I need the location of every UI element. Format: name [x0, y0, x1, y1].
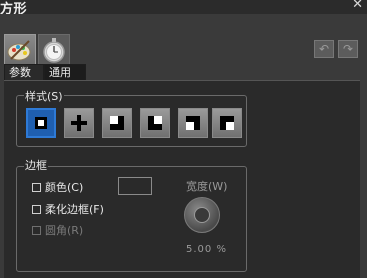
stopwatch-icon: [43, 38, 65, 63]
style-option-square-outline[interactable]: [26, 108, 56, 138]
square-outline-icon: [35, 117, 47, 129]
close-icon[interactable]: ✕: [352, 0, 363, 12]
soften-border-label: 柔化边框(F): [45, 203, 104, 216]
timer-tool-button[interactable]: [38, 34, 70, 66]
toolbar: ↶ ↷: [0, 14, 367, 66]
palette-tool-button[interactable]: [4, 34, 36, 66]
soften-border-option[interactable]: 柔化边框(F): [32, 201, 104, 217]
width-label: 宽度(W): [186, 180, 228, 193]
style-option-corner-top-left[interactable]: [140, 108, 170, 138]
width-knob[interactable]: [184, 197, 220, 233]
square-corner-tl-icon: [148, 116, 162, 130]
tab-parameters[interactable]: 参数: [4, 64, 44, 80]
redo-button[interactable]: ↷: [338, 40, 358, 58]
square-corner-tr-icon: [186, 116, 200, 130]
square-corner-bl-icon: [110, 116, 124, 130]
color-checkbox[interactable]: [32, 183, 41, 192]
style-option-square-cross[interactable]: [64, 108, 94, 138]
color-label: 颜色(C): [45, 181, 84, 194]
border-group-label: 边框: [24, 157, 48, 173]
color-option[interactable]: 颜色(C): [32, 179, 83, 195]
knob-center-icon: [194, 207, 210, 223]
rounded-corner-option: 圆角(R): [32, 222, 83, 238]
rounded-corner-checkbox: [32, 226, 41, 235]
border-color-swatch[interactable]: [118, 177, 152, 195]
style-option-corner-bottom-right[interactable]: [212, 108, 242, 138]
tab-general[interactable]: 通用: [44, 64, 86, 80]
soften-border-checkbox[interactable]: [32, 205, 41, 214]
square-cross-icon: [71, 115, 87, 131]
width-value: 5.00 %: [186, 244, 227, 255]
style-option-corner-top-right[interactable]: [178, 108, 208, 138]
square-corner-br-icon: [220, 116, 234, 130]
title-bar: 方形 ✕: [0, 0, 367, 17]
undo-icon: ↶: [318, 42, 330, 56]
rounded-corner-label: 圆角(R): [45, 224, 84, 237]
redo-icon: ↷: [342, 42, 354, 56]
paint-palette-icon: [7, 40, 31, 61]
undo-button[interactable]: ↶: [314, 40, 334, 58]
style-option-corner-bottom-left[interactable]: [102, 108, 132, 138]
style-group-label: 样式(S): [24, 88, 64, 104]
